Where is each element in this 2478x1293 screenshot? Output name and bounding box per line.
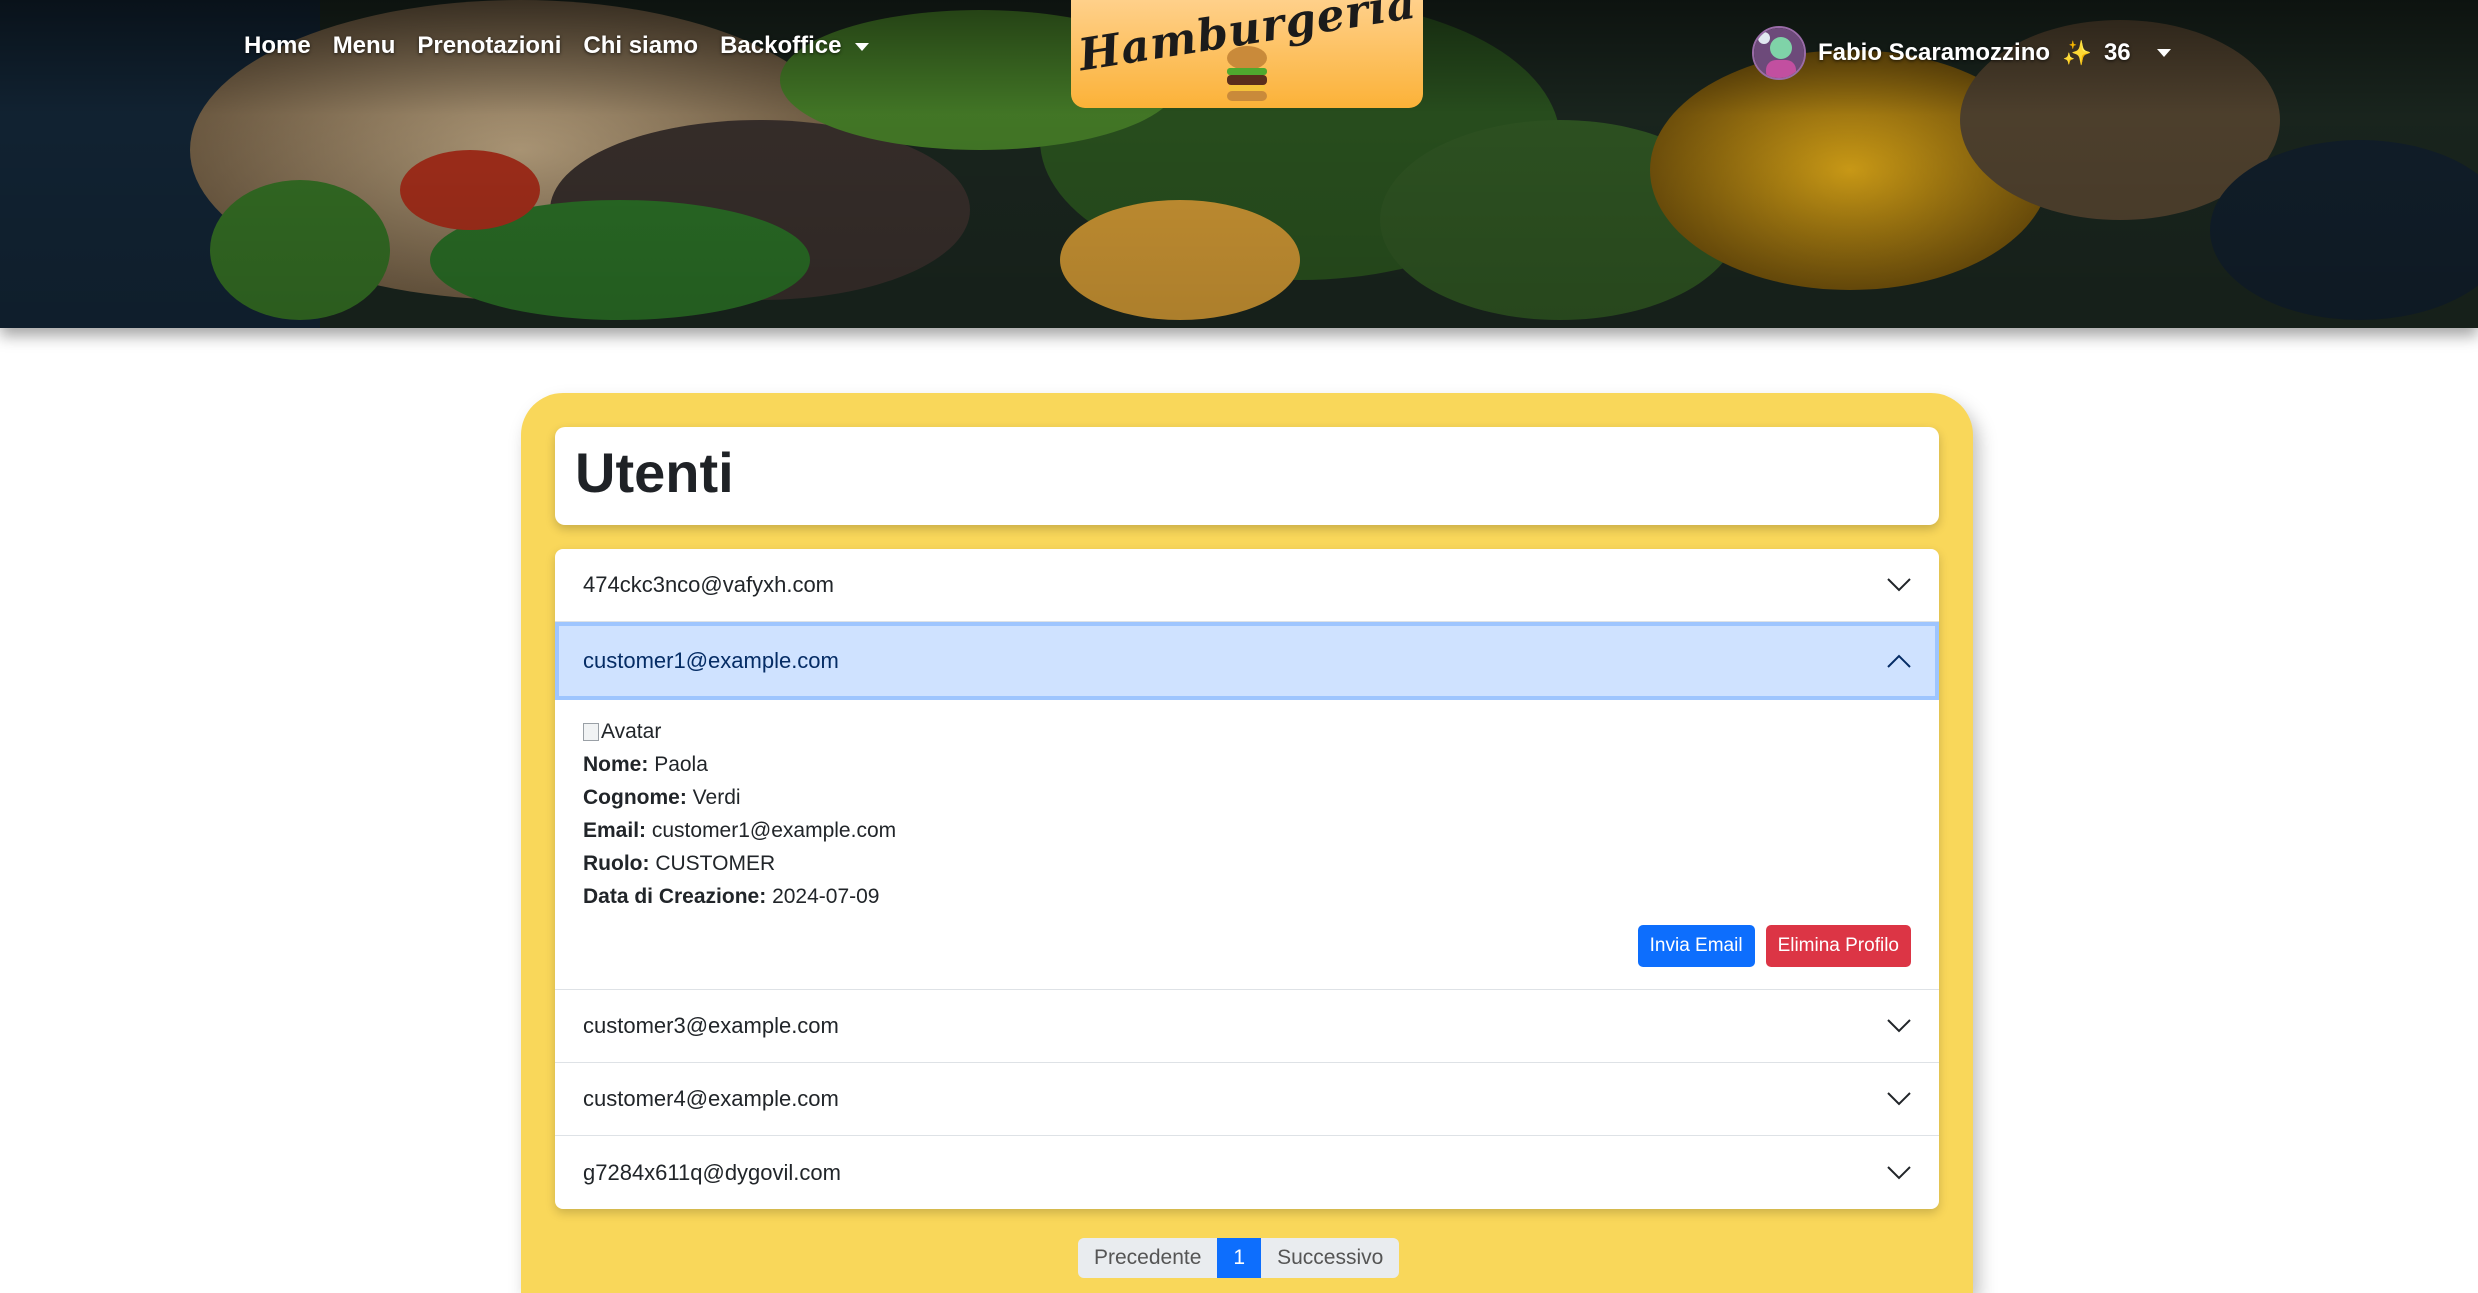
nav-home-link[interactable]: Home [244, 32, 311, 60]
users-panel: Utenti 474ckc3nco@vafyxh.com customer1@e… [521, 393, 1973, 1293]
detail-value: CUSTOMER [655, 852, 776, 875]
burger-icon [1227, 46, 1267, 101]
user-email: customer1@example.com [583, 648, 839, 673]
nav-chi-siamo-link[interactable]: Chi siamo [583, 32, 698, 60]
user-email: customer4@example.com [583, 1086, 839, 1111]
chevron-down-icon [1887, 1019, 1911, 1033]
accordion-item-header[interactable]: g7284x611q@dygovil.com [555, 1136, 1939, 1209]
send-email-button[interactable]: Invia Email [1637, 925, 1755, 967]
accordion-item-header-open[interactable]: customer1@example.com [555, 622, 1939, 700]
detail-label: Cognome: [583, 786, 687, 809]
user-email: customer3@example.com [583, 1013, 839, 1038]
page-title-box: Utenti [555, 427, 1939, 525]
user-points: 36 [2103, 39, 2131, 66]
detail-value: 2024-07-09 [772, 885, 880, 908]
detail-label: Nome: [583, 753, 649, 776]
detail-label: Ruolo: [583, 852, 650, 875]
caret-down-icon [2156, 49, 2171, 57]
nav-prenotazioni-link[interactable]: Prenotazioni [417, 32, 561, 60]
chevron-up-icon [1887, 654, 1911, 668]
page-title: Utenti [575, 441, 734, 504]
user-email: g7284x611q@dygovil.com [583, 1159, 841, 1185]
detail-data-creazione: Data di Creazione: 2024-07-09 [583, 880, 1911, 913]
detail-value: Paola [654, 753, 708, 776]
chevron-down-icon [1887, 578, 1911, 592]
chevron-down-icon [1887, 1165, 1911, 1179]
detail-value: Verdi [692, 786, 741, 809]
detail-ruolo: Ruolo: CUSTOMER [583, 847, 1911, 880]
users-accordion: 474ckc3nco@vafyxh.com customer1@example.… [555, 549, 1939, 1209]
detail-nome: Nome: Paola [583, 748, 1911, 781]
accordion-item-header[interactable]: 474ckc3nco@vafyxh.com [555, 549, 1939, 622]
pagination-prev-button[interactable]: Precedente [1078, 1238, 1218, 1278]
pagination-page-current[interactable]: 1 [1217, 1238, 1262, 1278]
hero-header: Home Menu Prenotazioni Chi siamo Backoff… [0, 0, 2478, 328]
accordion-item-header[interactable]: customer3@example.com [555, 990, 1939, 1063]
brand-logo[interactable]: Hamburgeria [1071, 0, 1423, 108]
caret-down-icon [855, 42, 870, 51]
detail-email: Email: customer1@example.com [583, 814, 1911, 847]
pagination-next-button[interactable]: Successivo [1261, 1238, 1400, 1278]
nav-backoffice-label: Backoffice [720, 32, 842, 59]
detail-actions: Invia Email Elimina Profilo [1637, 925, 1911, 967]
accordion-item-header[interactable]: customer4@example.com [555, 1063, 1939, 1136]
user-avatar-image: Avatar [583, 716, 661, 748]
user-menu[interactable]: Fabio Scaramozzino ✨ 36 [1752, 26, 2171, 80]
nav-menu-link[interactable]: Menu [333, 32, 396, 60]
main-nav: Home Menu Prenotazioni Chi siamo Backoff… [244, 32, 870, 60]
detail-cognome: Cognome: Verdi [583, 781, 1911, 814]
user-name: Fabio Scaramozzino [1818, 39, 2051, 66]
nav-backoffice-dropdown[interactable]: Backoffice [720, 32, 870, 60]
detail-label: Email: [583, 819, 647, 842]
sparkles-icon: ✨ [2062, 39, 2092, 67]
user-avatar [1752, 26, 1806, 80]
delete-profile-button[interactable]: Elimina Profilo [1765, 925, 1911, 967]
broken-image-icon [583, 723, 599, 741]
user-email: 474ckc3nco@vafyxh.com [583, 572, 835, 597]
user-detail-body: Avatar Nome: Paola Cognome: Verdi Email:… [555, 700, 1939, 990]
detail-label: Data di Creazione: [583, 885, 767, 908]
detail-value: customer1@example.com [651, 819, 897, 842]
chevron-down-icon [1887, 1092, 1911, 1106]
pagination: Precedente 1 Successivo [1078, 1238, 1400, 1278]
avatar-alt-text: Avatar [601, 720, 662, 743]
